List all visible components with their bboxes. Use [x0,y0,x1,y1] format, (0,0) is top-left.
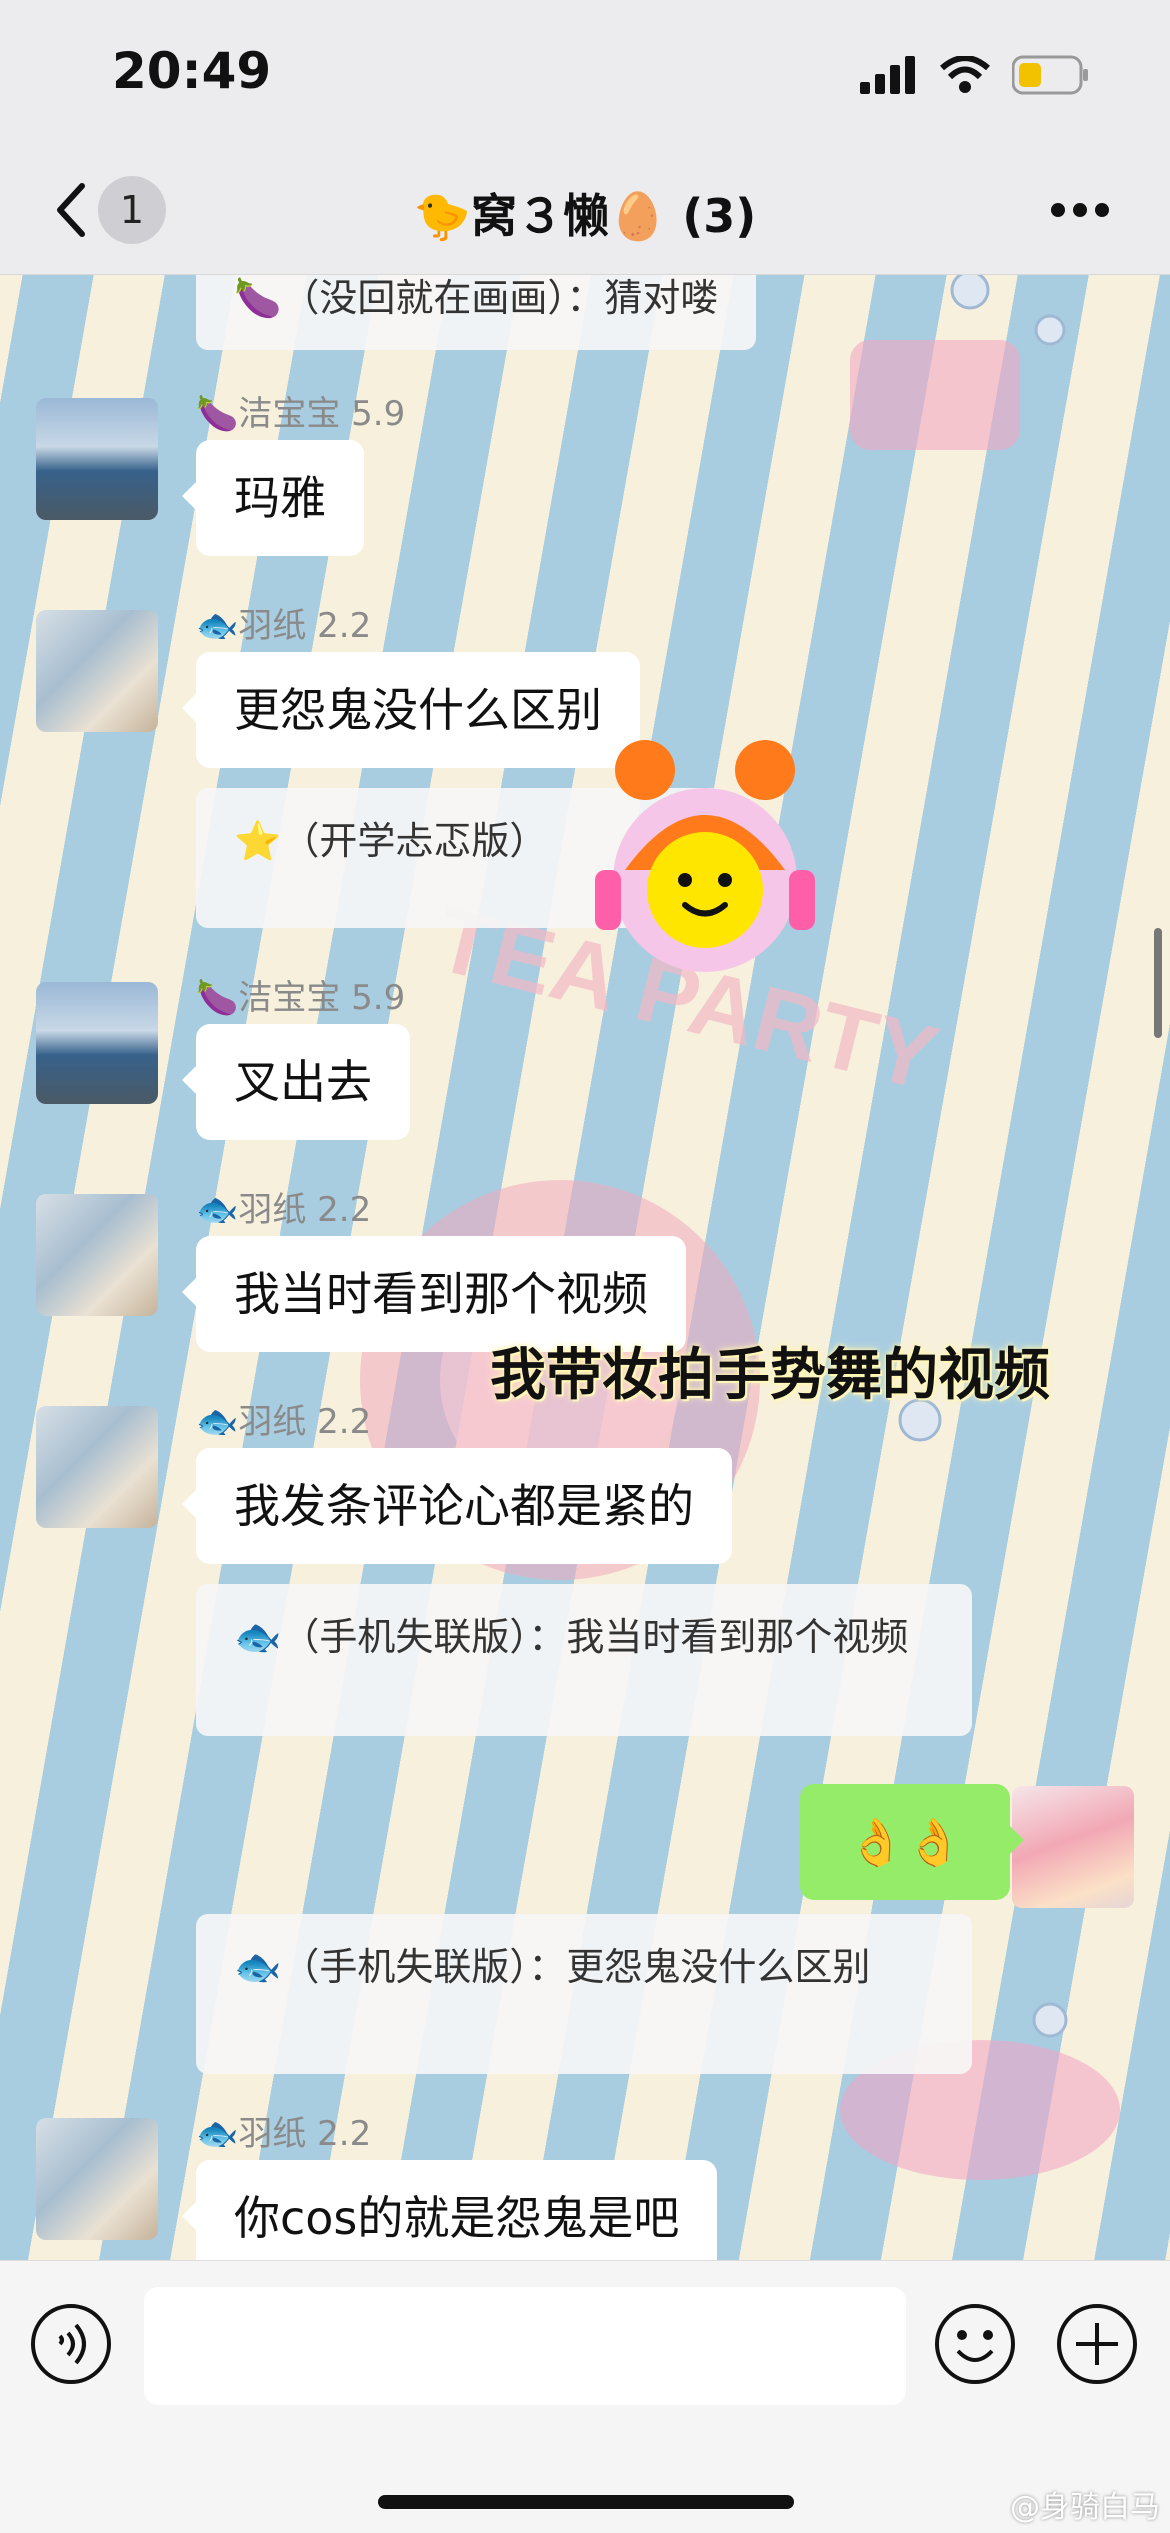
message-bubble[interactable]: 玛雅 [182,440,364,556]
message-bubble[interactable]: 更怨鬼没什么区别 [182,652,640,768]
quoted-message[interactable]: 🐟（手机失联版）：更怨鬼没什么区别 [196,1914,972,2074]
avatar[interactable] [36,610,158,732]
sender-name: 🐟羽纸 2.2 [196,606,372,646]
more-options-icon[interactable] [1050,202,1110,218]
avatar[interactable] [36,1406,158,1528]
sender-name: 🐟羽纸 2.2 [196,1190,372,1230]
message-bubble[interactable]: 我发条评论心都是紧的 [182,1448,732,1564]
chat-header: 1 🐤窝３懒🥚 (3) [0,150,1170,275]
emoji-icon[interactable] [934,2303,1016,2385]
status-icons [860,55,1090,95]
message-list[interactable]: 🍆（没回就在画画）：猜对喽 🍆洁宝宝 5.9 玛雅 🐟羽纸 2.2 更怨鬼没什么… [0,274,1170,2260]
chat-title: 🐤窝３懒🥚 (3) [413,189,757,243]
quoted-message[interactable]: 🍆（没回就在画画）：猜对喽 [196,274,757,350]
avatar[interactable] [36,2118,158,2240]
quoted-message[interactable]: 🐟（手机失联版）：我当时看到那个视频 [196,1584,972,1736]
plus-icon[interactable] [1056,2303,1138,2385]
smiley-sticker-icon [595,740,815,972]
sender-name: 🍆洁宝宝 5.9 [196,978,406,1018]
avatar[interactable] [36,398,158,520]
status-bar: 20:49 [0,0,1170,150]
message-bubble[interactable]: 你cos的就是怨鬼是吧 [181,2160,718,2260]
video-caption: 我带妆拍手势舞的视频 [490,1343,1050,1408]
sender-name: 🐟羽纸 2.2 [196,1402,372,1442]
voice-input-icon[interactable] [30,2303,112,2385]
wifi-icon [940,56,990,93]
sender-name: 🍆洁宝宝 5.9 [196,394,406,434]
home-indicator [378,2495,794,2509]
scrollbar[interactable] [1154,928,1162,1038]
sticker-overlay [585,740,825,984]
watermark: @身骑白马 [1010,2490,1160,2525]
avatar[interactable] [36,982,158,1104]
self-avatar[interactable] [1012,1786,1134,1908]
message-bubble[interactable]: 叉出去 [182,1024,410,1140]
status-time: 20:49 [112,42,272,100]
cellular-signal-icon [860,56,915,94]
avatar[interactable] [36,1194,158,1316]
battery-icon [1012,55,1088,95]
sender-name: 🐟羽纸 2.2 [196,2114,372,2154]
message-input[interactable] [144,2287,906,2405]
self-message-bubble[interactable]: 👌👌 [800,1784,1024,1900]
input-bar [0,2260,1170,2533]
